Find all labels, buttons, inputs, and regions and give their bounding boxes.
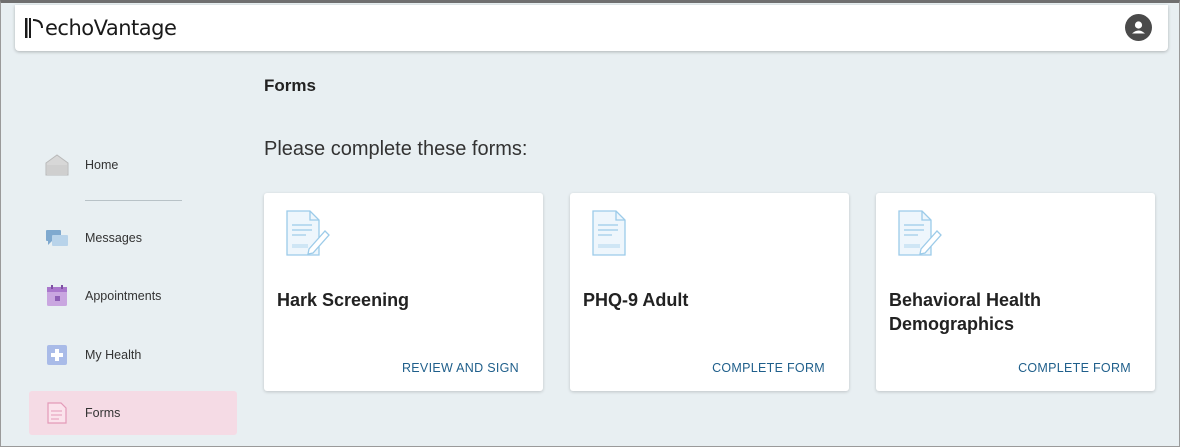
complete-form-link[interactable]: COMPLETE FORM [1018,361,1131,375]
top-bar: echoVantage [15,5,1168,51]
logo-mark-icon [25,18,43,38]
logo[interactable]: echoVantage [24,14,177,42]
review-and-sign-link[interactable]: REVIEW AND SIGN [402,361,519,375]
form-edit-icon [898,210,942,256]
form-card-hark-screening: Hark Screening REVIEW AND SIGN [264,193,543,391]
sidebar-item-label: Messages [85,231,142,245]
form-card-title: Behavioral Health Demographics [889,290,1042,334]
user-avatar-button[interactable] [1125,14,1152,41]
page-title: Forms [264,76,316,95]
sidebar-item-messages[interactable]: Messages [29,216,237,260]
sidebar-item-appointments[interactable]: Appointments [29,274,237,318]
sidebar-item-my-health[interactable]: My Health [29,333,237,377]
sidebar-item-label: Appointments [85,289,162,303]
health-plus-icon [47,345,67,365]
sidebar-item-home[interactable]: Home [29,143,237,187]
home-icon [45,154,69,176]
logo-text: echoVantage [45,16,177,40]
form-icon [592,210,626,256]
forms-icon [47,402,67,424]
form-card-phq9-adult: PHQ-9 Adult COMPLETE FORM [570,193,849,391]
form-edit-icon [286,210,330,256]
app-window: echoVantage Home Messages Appointments M… [0,0,1180,447]
messages-icon [46,230,68,246]
form-card-behavioral-health-demographics: Behavioral Health Demographics COMPLETE … [876,193,1155,391]
sidebar-divider [85,200,182,201]
sidebar-item-label: Forms [85,406,121,420]
complete-form-link[interactable]: COMPLETE FORM [712,361,825,375]
sidebar-item-forms[interactable]: Forms [29,391,237,435]
forms-subtitle: Please complete these forms: [264,138,528,160]
sidebar-item-label: My Health [85,348,142,362]
sidebar-item-label: Home [85,158,119,172]
form-card-title: Hark Screening [277,290,410,310]
user-icon [1132,21,1145,34]
form-card-title: PHQ-9 Adult [583,290,689,310]
calendar-icon [47,285,67,306]
